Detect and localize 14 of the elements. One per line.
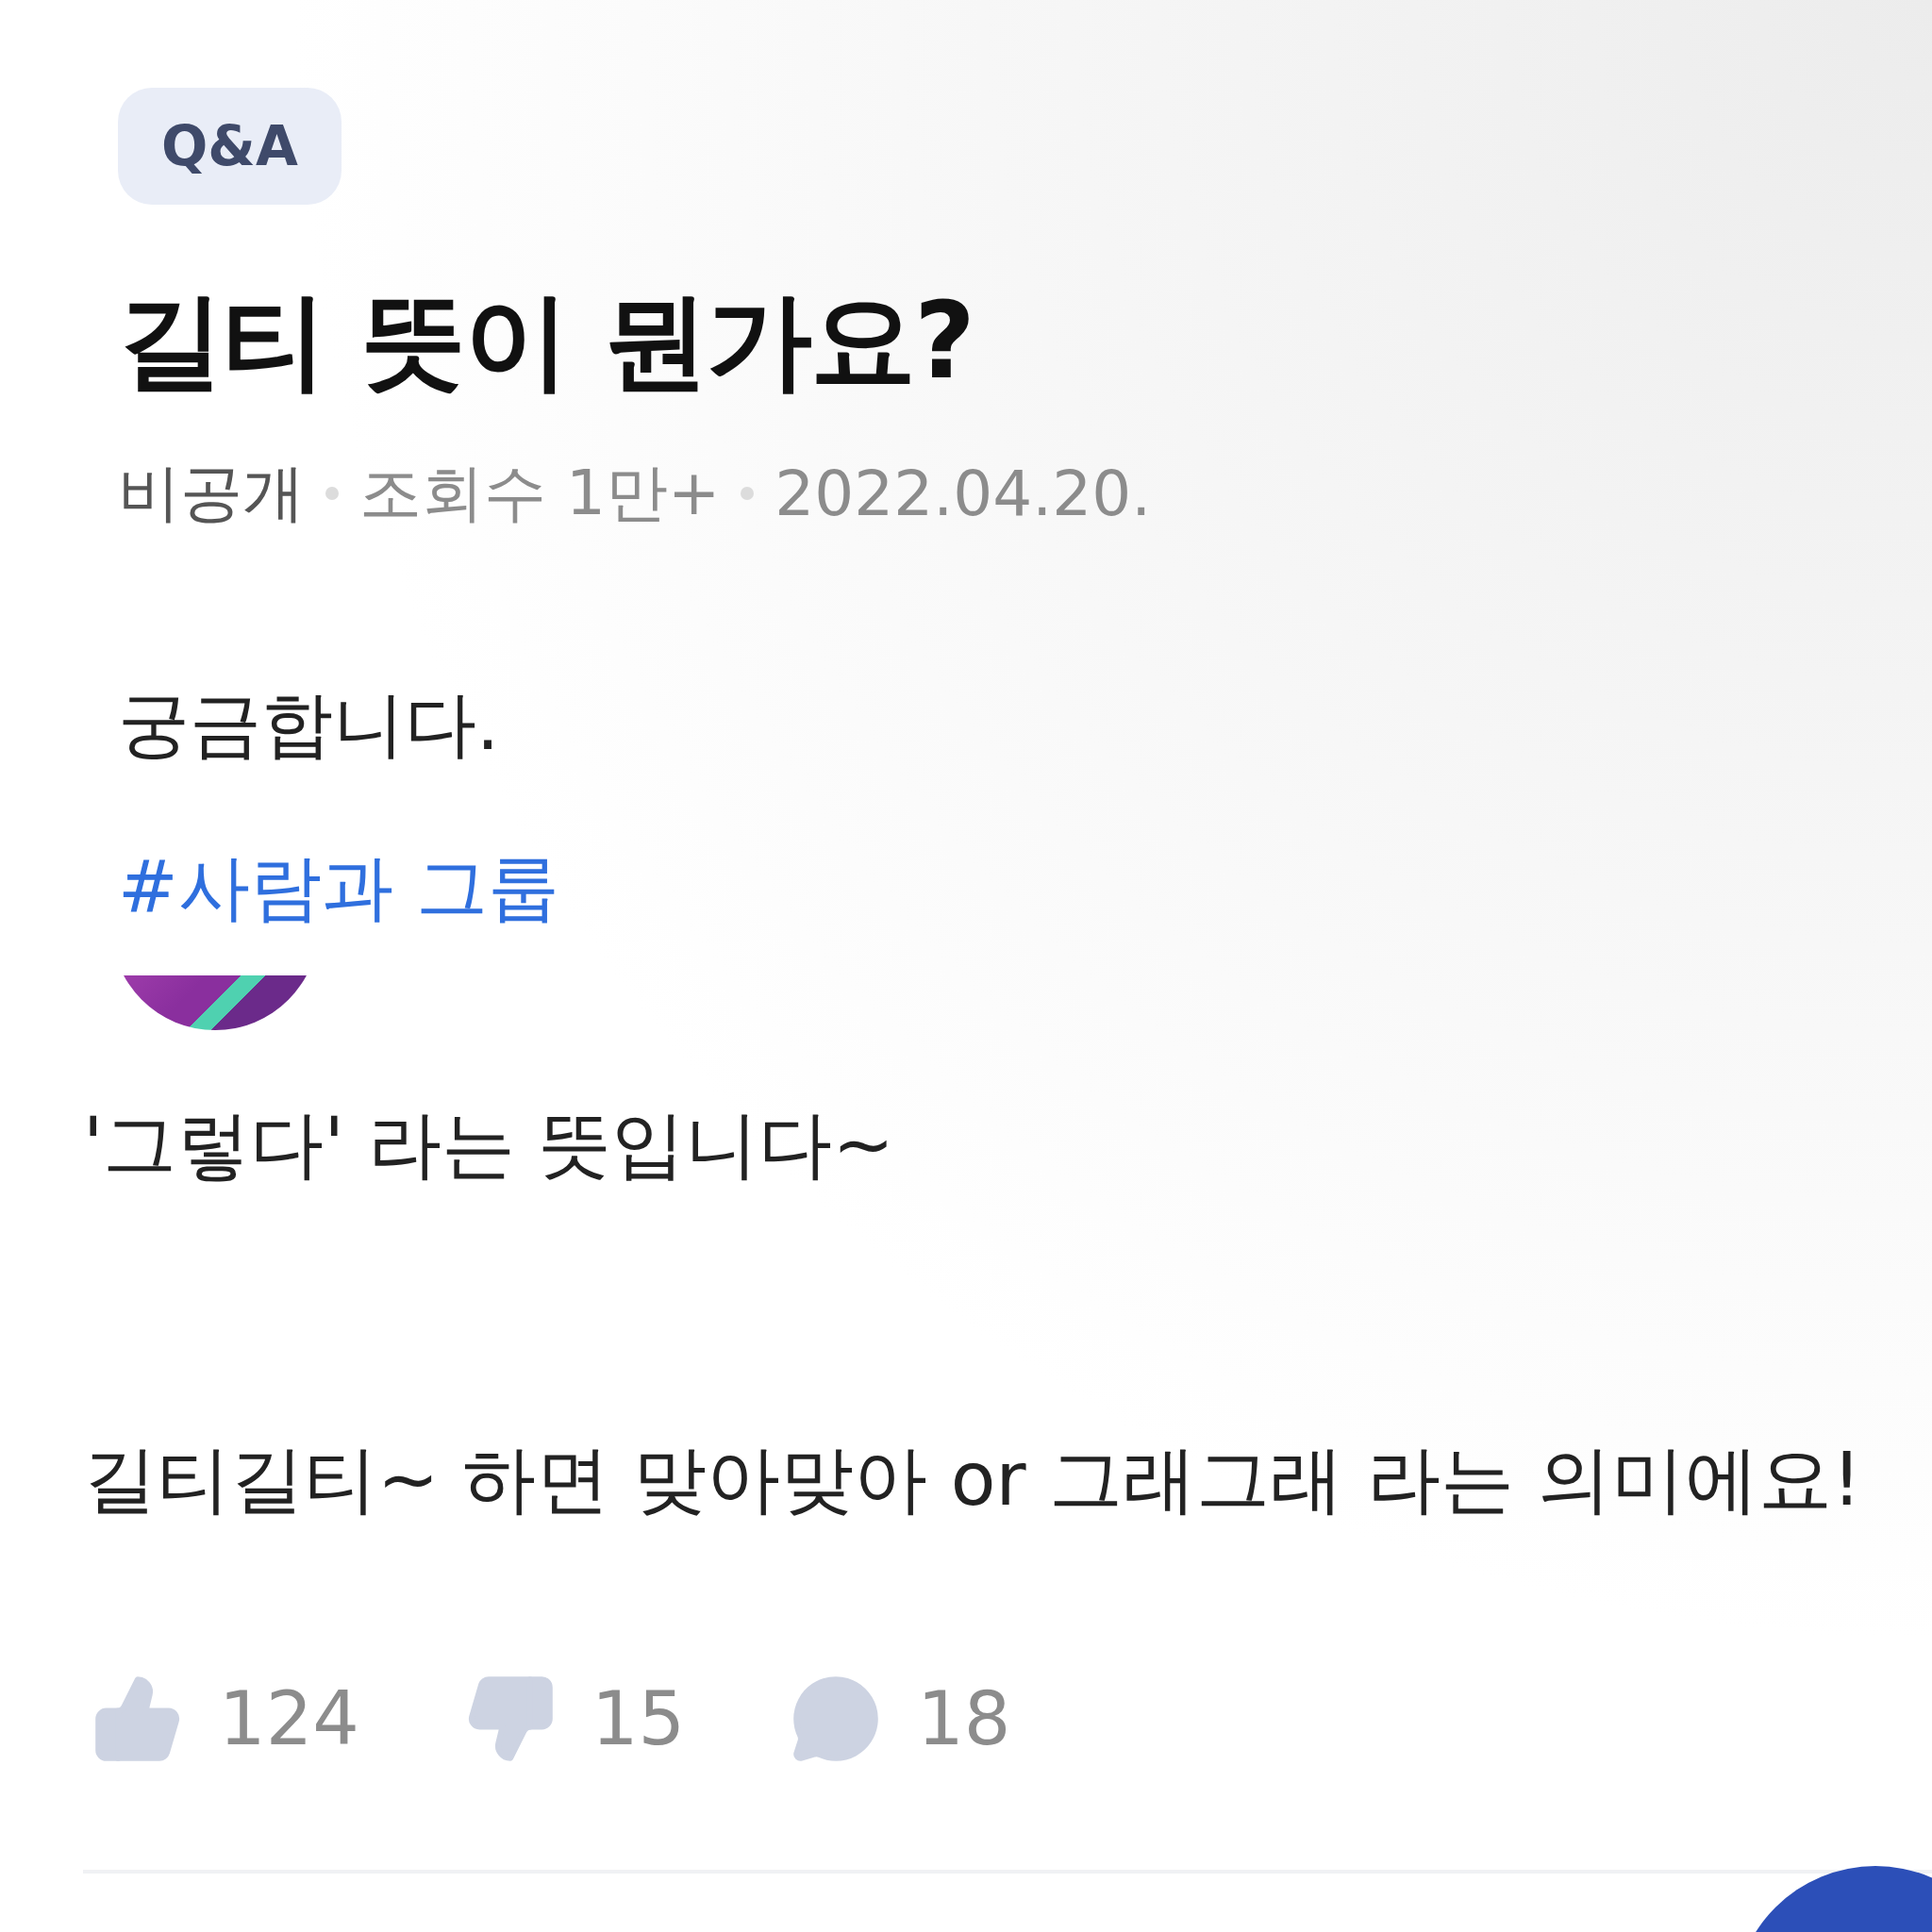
separator-dot	[741, 487, 755, 500]
dislike-button[interactable]: 15	[462, 1672, 686, 1766]
answer-text: 길티길티~ 하면 맞아맞아 or 그래그래 라는 의미에요!	[83, 1436, 1863, 1524]
separator-dot	[325, 487, 339, 500]
meta-text: 조회수 1만+	[359, 456, 721, 531]
like-button[interactable]: 124	[91, 1672, 359, 1766]
answer-text: '그렇다' 라는 뜻입니다~	[83, 1101, 895, 1189]
hashtag-link[interactable]: #사람과 그룹	[118, 841, 559, 938]
question-title: 길티 뜻이 뭔가요?	[118, 278, 974, 404]
comment-button[interactable]: 18	[789, 1672, 1011, 1766]
meta-text: 비공개	[118, 456, 305, 531]
question-body: 궁금합니다.	[118, 681, 500, 768]
meta-text: 2022.04.20.	[774, 457, 1152, 530]
category-badge: Q&A	[118, 88, 341, 205]
